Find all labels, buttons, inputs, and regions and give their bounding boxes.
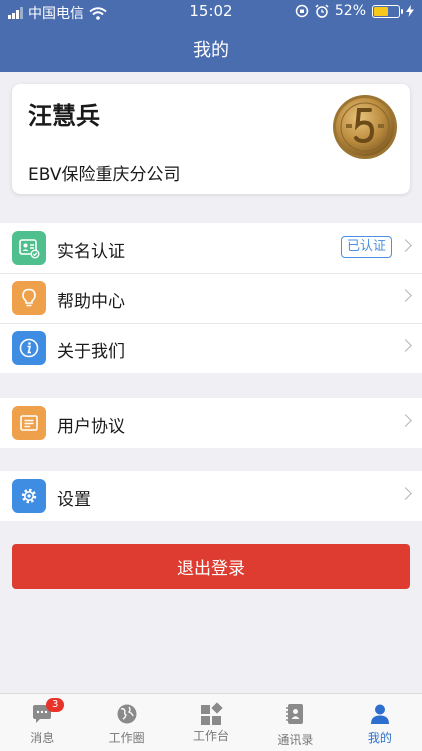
tab-label: 消息 xyxy=(30,731,55,745)
gear-icon xyxy=(12,479,46,513)
menu-label-user-agreement: 用户协议 xyxy=(57,417,125,437)
contacts-icon xyxy=(286,704,304,724)
battery-icon xyxy=(372,4,403,18)
unread-badge: 3 xyxy=(46,698,65,712)
user-company: EBV保险重庆分公司 xyxy=(28,165,181,185)
tab-label: 通讯录 xyxy=(277,733,314,747)
status-right: 52% xyxy=(295,3,414,19)
menu-item-user-agreement[interactable]: 用户协议 xyxy=(0,398,422,448)
chevron-right-icon xyxy=(399,487,412,500)
tab-contacts[interactable]: 通讯录 xyxy=(253,694,337,751)
battery-fill xyxy=(374,6,388,16)
person-icon xyxy=(370,704,389,724)
menu-label-about: 关于我们 xyxy=(57,342,125,362)
tab-label: 我的 xyxy=(367,731,392,745)
charging-icon xyxy=(406,5,414,17)
lightbulb-icon xyxy=(12,281,46,315)
chevron-right-icon xyxy=(399,414,412,427)
logout-button[interactable]: 退出登录 xyxy=(12,544,410,589)
battery-percent: 52% xyxy=(334,3,366,19)
menu-item-real-name[interactable]: 实名认证 已认证 xyxy=(0,223,422,273)
alarm-icon xyxy=(315,4,329,18)
id-card-icon xyxy=(12,231,46,265)
avatar[interactable] xyxy=(332,94,398,160)
menu-label-real-name: 实名认证 xyxy=(57,242,125,262)
info-icon xyxy=(12,331,46,365)
globe-icon xyxy=(117,704,137,724)
tab-work-circle[interactable]: 工作圈 xyxy=(84,694,168,751)
menu-group-settings: 设置 xyxy=(0,471,422,521)
rotation-lock-icon xyxy=(295,4,309,18)
menu-group-account: 实名认证 已认证 帮助中心 关于我们 xyxy=(0,223,422,373)
tab-workbench[interactable]: 工作台 xyxy=(169,694,253,751)
chevron-right-icon xyxy=(399,339,412,352)
verified-badge: 已认证 xyxy=(340,236,392,258)
menu-label-settings: 设置 xyxy=(57,490,91,510)
dashboard-icon xyxy=(201,702,223,725)
nav-bar: 我的 xyxy=(0,24,422,72)
menu-group-agreement: 用户协议 xyxy=(0,398,422,448)
menu-item-about[interactable]: 关于我们 xyxy=(0,323,422,373)
profile-card[interactable]: 汪慧兵 EBV保险重庆分公司 xyxy=(12,84,410,194)
menu-item-settings[interactable]: 设置 xyxy=(0,471,422,521)
page-title: 我的 xyxy=(193,40,229,61)
tab-label: 工作台 xyxy=(193,729,230,743)
chevron-right-icon xyxy=(399,239,412,252)
tab-mine[interactable]: 我的 xyxy=(338,694,422,751)
tab-label: 工作圈 xyxy=(108,731,145,745)
menu-item-help[interactable]: 帮助中心 xyxy=(0,273,422,323)
tab-bar: 3 消息 工作圈 工作台 通讯录 我的 xyxy=(0,693,422,751)
user-name: 汪慧兵 xyxy=(28,102,100,130)
chevron-right-icon xyxy=(399,289,412,302)
tab-messages[interactable]: 3 消息 xyxy=(0,694,84,751)
header: 中国电信 15:02 52% 我的 xyxy=(0,0,422,72)
document-icon xyxy=(12,406,46,440)
status-bar: 中国电信 15:02 52% xyxy=(0,0,422,24)
menu-label-help: 帮助中心 xyxy=(57,292,125,312)
